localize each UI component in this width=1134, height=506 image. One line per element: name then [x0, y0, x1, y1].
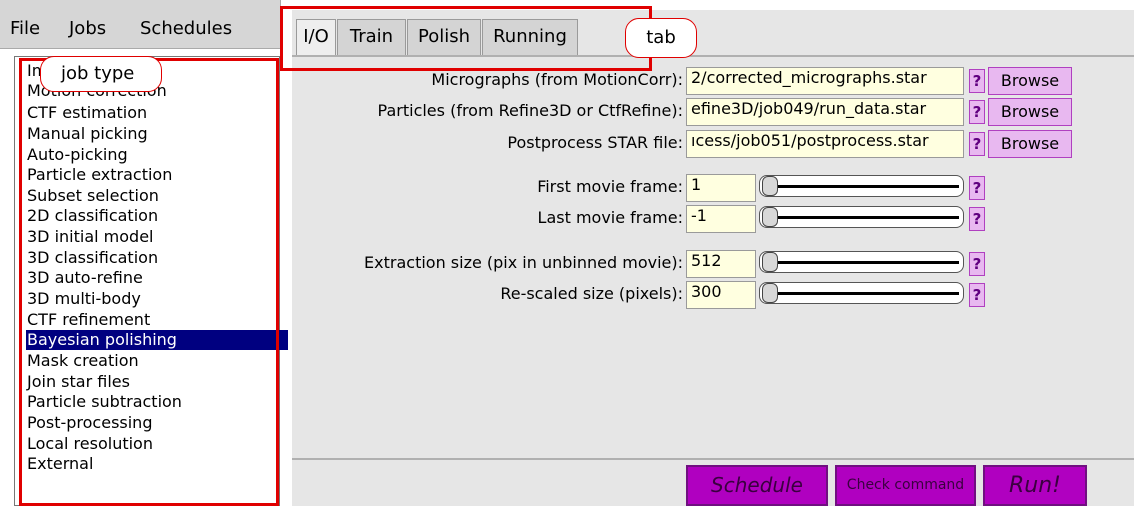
run-button[interactable]: Run! — [983, 465, 1087, 506]
bottom-divider — [292, 458, 1134, 460]
extract-size-slider-knob[interactable] — [762, 252, 778, 272]
extract-size-help-button[interactable]: ? — [969, 252, 985, 276]
particles-help-button[interactable]: ? — [969, 100, 985, 124]
micrographs-browse-button[interactable]: Browse — [988, 67, 1072, 95]
check-command-button[interactable]: Check command — [835, 465, 976, 506]
rescaled-size-slider-line — [766, 292, 959, 295]
micrographs-help-button[interactable]: ? — [969, 69, 985, 93]
menu-schedules[interactable]: Schedules — [140, 18, 232, 39]
rescaled-size-slider-knob[interactable] — [762, 283, 778, 303]
first-frame-slider-knob[interactable] — [762, 176, 778, 196]
micrographs-input[interactable]: 2/corrected_micrographs.star — [686, 67, 964, 95]
last-frame-input[interactable]: -1 — [686, 205, 756, 233]
job-type-annotation-label: job type — [40, 56, 162, 92]
particles-input[interactable]: efine3D/job049/run_data.star — [686, 98, 964, 126]
first-frame-input[interactable]: 1 — [686, 174, 756, 202]
menu-file[interactable]: File — [10, 18, 40, 39]
first-frame-slider-line — [766, 185, 959, 188]
extract-size-label: Extraction size (pix in unbinned movie): — [364, 253, 683, 272]
last-frame-slider-knob[interactable] — [762, 207, 778, 227]
postprocess-help-button[interactable]: ? — [969, 132, 985, 156]
first-frame-help-button[interactable]: ? — [969, 176, 985, 200]
postprocess-browse-button[interactable]: Browse — [988, 130, 1072, 158]
postprocess-input[interactable]: ıcess/job051/postprocess.star — [686, 130, 964, 158]
micrographs-label: Micrographs (from MotionCorr): — [431, 70, 683, 89]
extract-size-input[interactable]: 512 — [686, 250, 756, 278]
schedule-button[interactable]: Schedule — [686, 465, 828, 506]
tab-annotation-box — [280, 6, 652, 71]
particles-label: Particles (from Refine3D or CtfRefine): — [377, 101, 683, 120]
last-frame-label: Last movie frame: — [537, 208, 683, 227]
postprocess-label: Postprocess STAR file: — [507, 133, 683, 152]
job-type-annotation-box — [19, 58, 279, 506]
rescaled-size-label: Re-scaled size (pixels): — [500, 284, 683, 303]
first-frame-label: First movie frame: — [537, 177, 683, 196]
menu-bar: File Jobs Schedules — [0, 0, 281, 49]
tab-annotation-label: tab — [625, 18, 697, 58]
rescaled-size-help-button[interactable]: ? — [969, 283, 985, 307]
extract-size-slider-line — [766, 261, 959, 264]
rescaled-size-input[interactable]: 300 — [686, 281, 756, 309]
menu-jobs[interactable]: Jobs — [69, 18, 106, 39]
last-frame-help-button[interactable]: ? — [969, 207, 985, 231]
last-frame-slider-line — [766, 216, 959, 219]
particles-browse-button[interactable]: Browse — [988, 98, 1072, 126]
